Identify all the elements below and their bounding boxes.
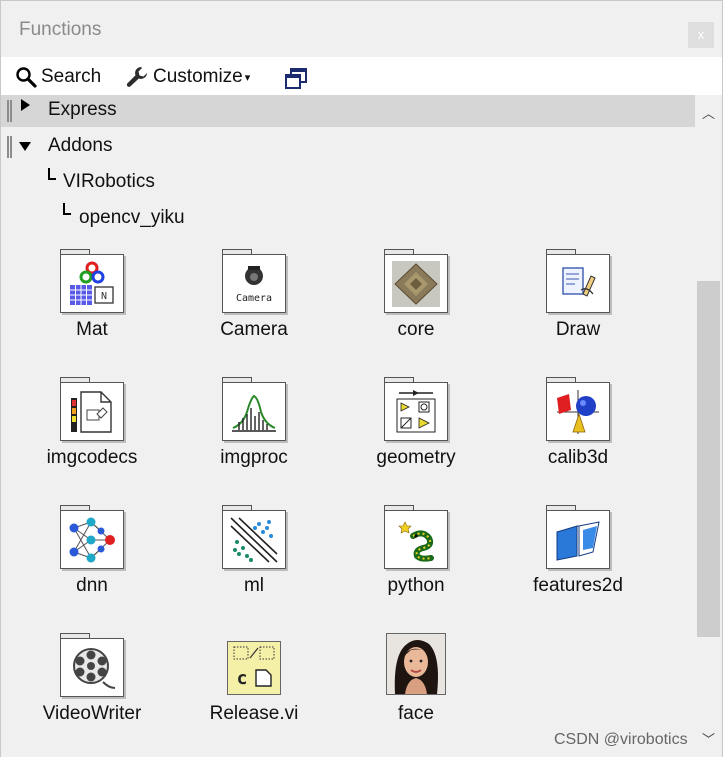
watermark: CSDN @virobotics	[554, 731, 688, 748]
folder-icon	[384, 505, 448, 569]
folder-icon	[546, 377, 610, 441]
item-label: VideoWriter	[42, 703, 142, 724]
folder-icon	[222, 505, 286, 569]
draw-icon	[562, 267, 596, 297]
customize-label: Customize	[153, 66, 243, 87]
face-photo-icon	[387, 634, 445, 694]
folder-icon	[546, 505, 610, 569]
vertical-scrollbar[interactable]: ︿ ﹀	[695, 95, 722, 757]
chevron-down-icon: ▾	[244, 71, 251, 84]
item-label: dnn	[76, 575, 108, 596]
tree-item-virobotics[interactable]: VIRobotics	[63, 171, 155, 193]
category-express[interactable]: Express	[1, 95, 695, 127]
release-vi-icon: c	[228, 642, 280, 694]
item-label: Camera	[220, 319, 288, 340]
folder-icon	[384, 249, 448, 313]
folder-icon	[60, 377, 124, 441]
folder-icon	[60, 633, 124, 697]
tree-branch-icon	[63, 203, 71, 215]
item-label: core	[397, 319, 435, 340]
category-label: Addons	[48, 135, 113, 156]
geometry-icon	[396, 390, 436, 433]
item-label: Release.vi	[209, 703, 299, 724]
palette-item-calib3d[interactable]: calib3d	[503, 377, 643, 487]
face-icon-frame	[386, 633, 446, 695]
vi-icon-frame: c	[227, 641, 281, 695]
search-label: Search	[41, 66, 102, 87]
category-label: Express	[48, 99, 117, 120]
toolbar: Search Customize ▾	[1, 57, 722, 95]
scroll-thumb[interactable]	[697, 281, 720, 637]
ml-scatter-icon	[230, 517, 278, 563]
item-label: Draw	[555, 319, 601, 340]
window-stack-icon	[285, 68, 307, 89]
drag-grip-icon[interactable]	[7, 136, 12, 158]
item-label: geometry	[376, 447, 456, 468]
palette-content: Express Addons VIRobotics opencv_yiku N …	[1, 95, 695, 757]
customize-button[interactable]: Customize ▾	[125, 65, 250, 89]
folder-icon	[546, 249, 610, 313]
mat-icon: N	[70, 261, 114, 305]
palette-item-camera[interactable]: Camera Camera	[179, 249, 319, 359]
scroll-down-icon[interactable]: ﹀	[702, 729, 715, 748]
scroll-up-icon[interactable]: ︿	[702, 103, 715, 122]
functions-palette-window: Functions x Search Customize ▾ Express A…	[0, 0, 723, 757]
palette-item-draw[interactable]: Draw	[503, 249, 643, 359]
folder-icon: Camera	[222, 249, 286, 313]
features2d-icon	[556, 521, 600, 561]
title-bar: Functions x	[1, 1, 722, 57]
film-reel-icon	[73, 648, 116, 689]
window-title: Functions	[19, 19, 102, 40]
folder-icon	[60, 505, 124, 569]
item-label: imgproc	[220, 447, 288, 468]
camera-inner-text: Camera	[236, 293, 272, 304]
palette-item-imgproc[interactable]: imgproc	[179, 377, 319, 487]
palette-item-dnn[interactable]: dnn	[17, 505, 157, 615]
python-icon	[398, 521, 434, 562]
collapse-arrow-icon[interactable]	[19, 142, 31, 151]
item-label: ml	[243, 575, 265, 596]
calib3d-shapes-icon	[557, 390, 599, 434]
close-button[interactable]: x	[688, 22, 714, 48]
wrench-icon	[126, 67, 147, 87]
folder-icon	[384, 377, 448, 441]
tree-item-opencv-yiku[interactable]: opencv_yiku	[79, 207, 185, 229]
imgcodecs-icon	[71, 391, 112, 433]
item-label: imgcodecs	[46, 447, 138, 468]
folder-icon	[222, 377, 286, 441]
palette-item-release-vi[interactable]: c Release.vi	[179, 633, 319, 743]
release-inner-text: c	[237, 668, 248, 689]
search-button[interactable]: Search	[15, 65, 101, 89]
palette-item-ml[interactable]: ml	[179, 505, 319, 615]
item-label: python	[387, 575, 445, 596]
core-chip-icon	[392, 261, 440, 307]
folder-icon: N	[60, 249, 124, 313]
category-addons[interactable]: Addons	[1, 131, 695, 163]
palette-item-features2d[interactable]: features2d	[503, 505, 643, 615]
item-label: face	[398, 703, 434, 724]
dnn-network-icon	[69, 517, 115, 563]
palette-item-core[interactable]: core	[341, 249, 481, 359]
palette-item-geometry[interactable]: geometry	[341, 377, 481, 487]
item-label: features2d	[533, 575, 623, 596]
palette-item-mat[interactable]: N Mat	[17, 249, 157, 359]
item-label: calib3d	[547, 447, 609, 468]
search-icon	[16, 67, 37, 88]
view-options-button[interactable]	[284, 67, 308, 91]
expand-arrow-icon[interactable]	[21, 99, 30, 111]
svg-text:N: N	[101, 291, 107, 302]
tree-branch-icon	[48, 168, 56, 180]
palette-item-videowriter[interactable]: VideoWriter	[17, 633, 157, 743]
palette-item-imgcodecs[interactable]: imgcodecs	[17, 377, 157, 487]
item-label: Mat	[76, 319, 108, 340]
palette-item-face[interactable]: face	[341, 633, 481, 743]
palette-item-python[interactable]: python	[341, 505, 481, 615]
imgproc-histogram-icon	[232, 394, 276, 432]
drag-grip-icon[interactable]	[7, 100, 12, 122]
camera-icon: Camera	[236, 266, 272, 304]
